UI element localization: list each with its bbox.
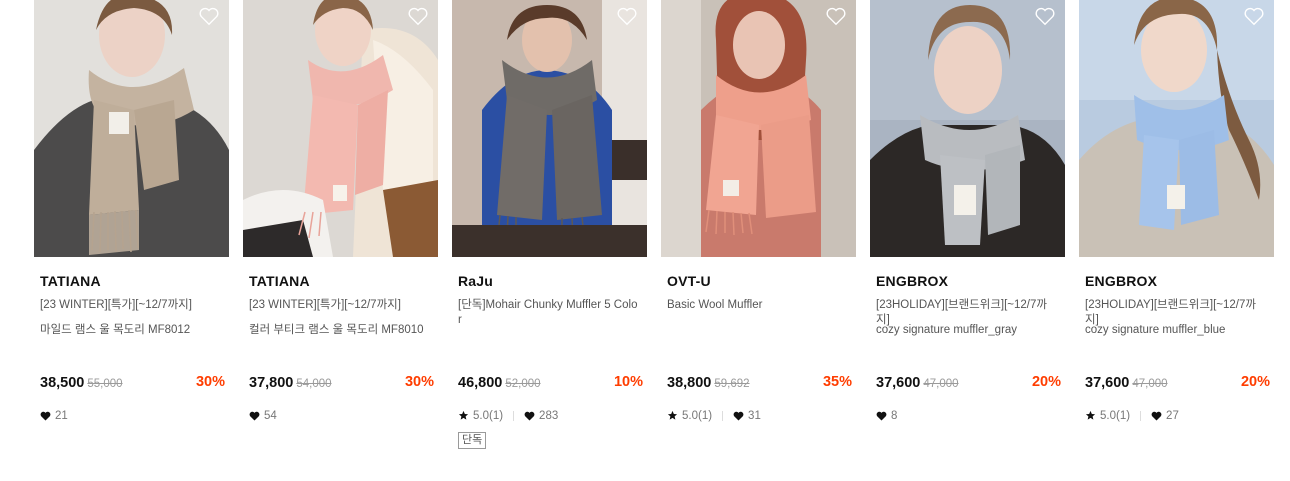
star-icon xyxy=(458,410,469,420)
discount-rate: 10% xyxy=(613,374,643,390)
product-name-prefix[interactable]: [23 WINTER][특가][~12/7까지] xyxy=(40,298,223,313)
product-card[interactable]: TATIANA [23 WINTER][특가][~12/7까지] 컬러 부티크 … xyxy=(243,0,438,422)
product-image[interactable] xyxy=(34,0,229,257)
product-grid: TATIANA [23 WINTER][특가][~12/7까지] 마일드 램스 … xyxy=(0,0,1290,481)
original-price: 55,000 xyxy=(87,378,123,390)
discount-rate: 30% xyxy=(195,374,225,390)
discount-rate: 30% xyxy=(404,374,434,390)
product-photo-scarf-beige xyxy=(34,0,229,257)
product-brand[interactable]: RaJu xyxy=(458,273,641,290)
price-row: 38,500 55,000 30% xyxy=(40,374,225,392)
product-name[interactable]: Basic Wool Muffler xyxy=(667,298,850,313)
product-card[interactable]: RaJu [단독]Mohair Chunky Muffler 5 Color 4… xyxy=(452,0,647,449)
heart-filled-icon xyxy=(249,411,260,421)
product-image[interactable] xyxy=(1079,0,1274,257)
discount-rate: 20% xyxy=(1031,374,1061,390)
product-card[interactable]: ENGBROX [23HOLIDAY][브랜드위크][~12/7까지] cozy… xyxy=(1079,0,1274,422)
sale-price: 37,600 xyxy=(876,375,921,391)
wishlist-heart-icon[interactable] xyxy=(407,5,429,27)
product-brand[interactable]: TATIANA xyxy=(249,273,432,290)
product-brand[interactable]: OVT-U xyxy=(667,273,850,290)
price-row: 46,800 52,000 10% xyxy=(458,374,643,392)
like-count: 8 xyxy=(891,409,898,422)
divider xyxy=(722,410,724,421)
sale-price: 38,500 xyxy=(40,375,85,391)
product-name[interactable]: [단독]Mohair Chunky Muffler 5 Color xyxy=(458,298,641,328)
product-photo-scarf-coral xyxy=(661,0,856,257)
like-count: 54 xyxy=(264,409,277,422)
rating: 5.0(1) xyxy=(473,409,504,422)
meta-row: 8 xyxy=(876,408,897,423)
product-brand[interactable]: TATIANA xyxy=(40,273,223,290)
product-name-prefix[interactable]: [23HOLIDAY][브랜드위크][~12/7까지] xyxy=(876,298,1059,326)
product-name[interactable]: 컬러 부티크 램스 울 목도리 MF8010 xyxy=(249,323,432,338)
wishlist-heart-icon[interactable] xyxy=(616,5,638,27)
price-row: 37,800 54,000 30% xyxy=(249,374,434,392)
meta-row: 5.0(1) 283 xyxy=(458,408,558,423)
discount-rate: 20% xyxy=(1240,374,1270,390)
like-count: 27 xyxy=(1166,409,1179,422)
star-icon xyxy=(667,410,678,420)
product-brand[interactable]: ENGBROX xyxy=(1085,273,1268,290)
sale-price: 46,800 xyxy=(458,375,503,391)
product-card[interactable]: OVT-U Basic Wool Muffler 38,800 59,692 35… xyxy=(661,0,856,422)
meta-row: 5.0(1) 31 xyxy=(667,408,761,423)
wishlist-heart-icon[interactable] xyxy=(1243,5,1265,27)
heart-filled-icon xyxy=(733,411,744,421)
heart-filled-icon xyxy=(524,411,535,421)
original-price: 52,000 xyxy=(505,378,541,390)
price-row: 38,800 59,692 35% xyxy=(667,374,852,392)
divider xyxy=(1140,410,1142,421)
product-photo-scarf-pink xyxy=(243,0,438,257)
sale-price: 37,800 xyxy=(249,375,294,391)
product-card[interactable]: ENGBROX [23HOLIDAY][브랜드위크][~12/7까지] cozy… xyxy=(870,0,1065,422)
product-name[interactable]: cozy signature muffler_gray xyxy=(876,323,1059,338)
sale-price: 38,800 xyxy=(667,375,712,391)
product-photo-scarf-lightgray xyxy=(870,0,1065,257)
original-price: 47,000 xyxy=(1132,378,1168,390)
product-image[interactable] xyxy=(452,0,647,257)
product-photo-scarf-blue xyxy=(1079,0,1274,257)
rating: 5.0(1) xyxy=(1100,409,1131,422)
product-name[interactable]: 마일드 램스 울 목도리 MF8012 xyxy=(40,323,223,338)
like-count: 31 xyxy=(748,409,761,422)
product-name[interactable]: cozy signature muffler_blue xyxy=(1085,323,1268,338)
divider xyxy=(513,410,515,421)
wishlist-heart-icon[interactable] xyxy=(1034,5,1056,27)
wishlist-heart-icon[interactable] xyxy=(825,5,847,27)
product-brand[interactable]: ENGBROX xyxy=(876,273,1059,290)
product-image[interactable] xyxy=(661,0,856,257)
meta-row: 5.0(1) 27 xyxy=(1085,408,1179,423)
product-name-prefix[interactable]: [23HOLIDAY][브랜드위크][~12/7까지] xyxy=(1085,298,1268,326)
product-image[interactable] xyxy=(870,0,1065,257)
rating: 5.0(1) xyxy=(682,409,713,422)
product-card[interactable]: TATIANA [23 WINTER][특가][~12/7까지] 마일드 램스 … xyxy=(34,0,229,422)
sale-price: 37,600 xyxy=(1085,375,1130,391)
original-price: 47,000 xyxy=(923,378,959,390)
price-row: 37,600 47,000 20% xyxy=(1085,374,1270,392)
discount-rate: 35% xyxy=(822,374,852,390)
heart-filled-icon xyxy=(1151,411,1162,421)
original-price: 59,692 xyxy=(714,378,750,390)
star-icon xyxy=(1085,410,1096,420)
heart-filled-icon xyxy=(876,411,887,421)
exclusive-badge: 단독 xyxy=(458,432,487,449)
heart-filled-icon xyxy=(40,411,51,421)
meta-row: 21 xyxy=(40,408,68,423)
price-row: 37,600 47,000 20% xyxy=(876,374,1061,392)
product-name-prefix[interactable]: [23 WINTER][특가][~12/7까지] xyxy=(249,298,432,313)
product-image[interactable] xyxy=(243,0,438,257)
product-photo-scarf-gray xyxy=(452,0,647,257)
meta-row: 54 xyxy=(249,408,277,423)
wishlist-heart-icon[interactable] xyxy=(198,5,220,27)
like-count: 283 xyxy=(539,409,559,422)
like-count: 21 xyxy=(55,409,68,422)
original-price: 54,000 xyxy=(296,378,332,390)
